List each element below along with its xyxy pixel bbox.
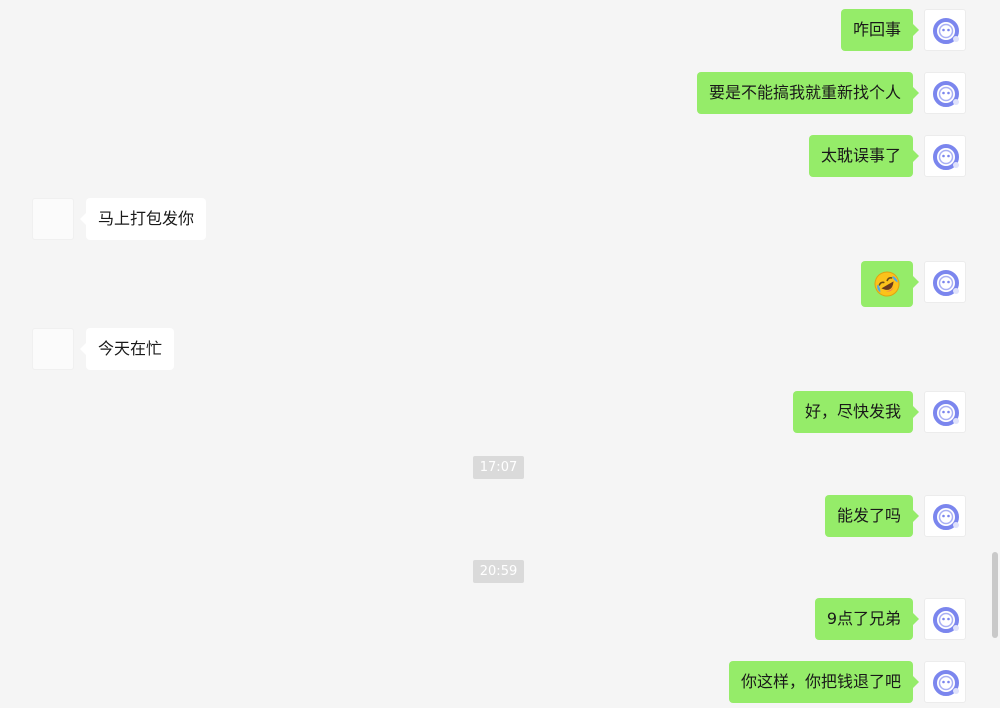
contact-avatar[interactable]: [32, 328, 74, 370]
avatar-icon: [930, 78, 962, 110]
message-row: 好，尽快发我: [0, 391, 1000, 433]
scrollbar-thumb[interactable]: [992, 552, 998, 638]
message-bubble[interactable]: 能发了吗: [824, 495, 920, 537]
avatar-icon: [930, 501, 962, 533]
message-bubble[interactable]: 好，尽快发我: [792, 391, 920, 433]
my-avatar[interactable]: [924, 72, 966, 114]
message-bubble[interactable]: 咋回事: [840, 9, 920, 51]
message-bubble[interactable]: 要是不能搞我就重新找个人: [696, 72, 920, 114]
message-bubble[interactable]: 你这样，你把钱退了吧: [728, 661, 920, 703]
message-row: 马上打包发你: [0, 198, 1000, 240]
message-bubble[interactable]: 太耽误事了: [808, 135, 920, 177]
message-row: 咋回事: [0, 9, 1000, 51]
message-bubble[interactable]: 马上打包发你: [79, 198, 207, 240]
avatar-icon: [930, 267, 962, 299]
message-timestamp: 17:07: [473, 456, 524, 479]
message-row: 9点了兄弟: [0, 598, 1000, 640]
my-avatar[interactable]: [924, 661, 966, 703]
contact-avatar[interactable]: [32, 198, 74, 240]
rolling-laughing-emoji-icon: [874, 271, 900, 297]
avatar-icon: [930, 15, 962, 47]
my-avatar[interactable]: [924, 495, 966, 537]
my-avatar[interactable]: [924, 135, 966, 177]
my-avatar[interactable]: [924, 261, 966, 303]
message-row: 能发了吗: [0, 495, 1000, 537]
avatar-icon: [930, 397, 962, 429]
message-bubble[interactable]: 今天在忙: [79, 328, 175, 370]
avatar-icon: [930, 141, 962, 173]
avatar-icon: [930, 667, 962, 699]
emoji-bubble[interactable]: [861, 261, 919, 307]
message-row: 要是不能搞我就重新找个人: [0, 72, 1000, 114]
my-avatar[interactable]: [924, 598, 966, 640]
message-row: 今天在忙: [0, 328, 1000, 370]
message-row: 你这样，你把钱退了吧: [0, 661, 1000, 703]
my-avatar[interactable]: [924, 391, 966, 433]
my-avatar[interactable]: [924, 9, 966, 51]
message-timestamp: 20:59: [473, 560, 524, 583]
message-bubble[interactable]: 9点了兄弟: [814, 598, 920, 640]
avatar-icon: [930, 604, 962, 636]
chat-window: 咋回事 要是不能搞我就重新找个人 太耽误事了 马上打包发你 今天在忙 好，尽快发…: [0, 0, 1000, 708]
message-row: 太耽误事了: [0, 135, 1000, 177]
message-row: [0, 261, 1000, 307]
